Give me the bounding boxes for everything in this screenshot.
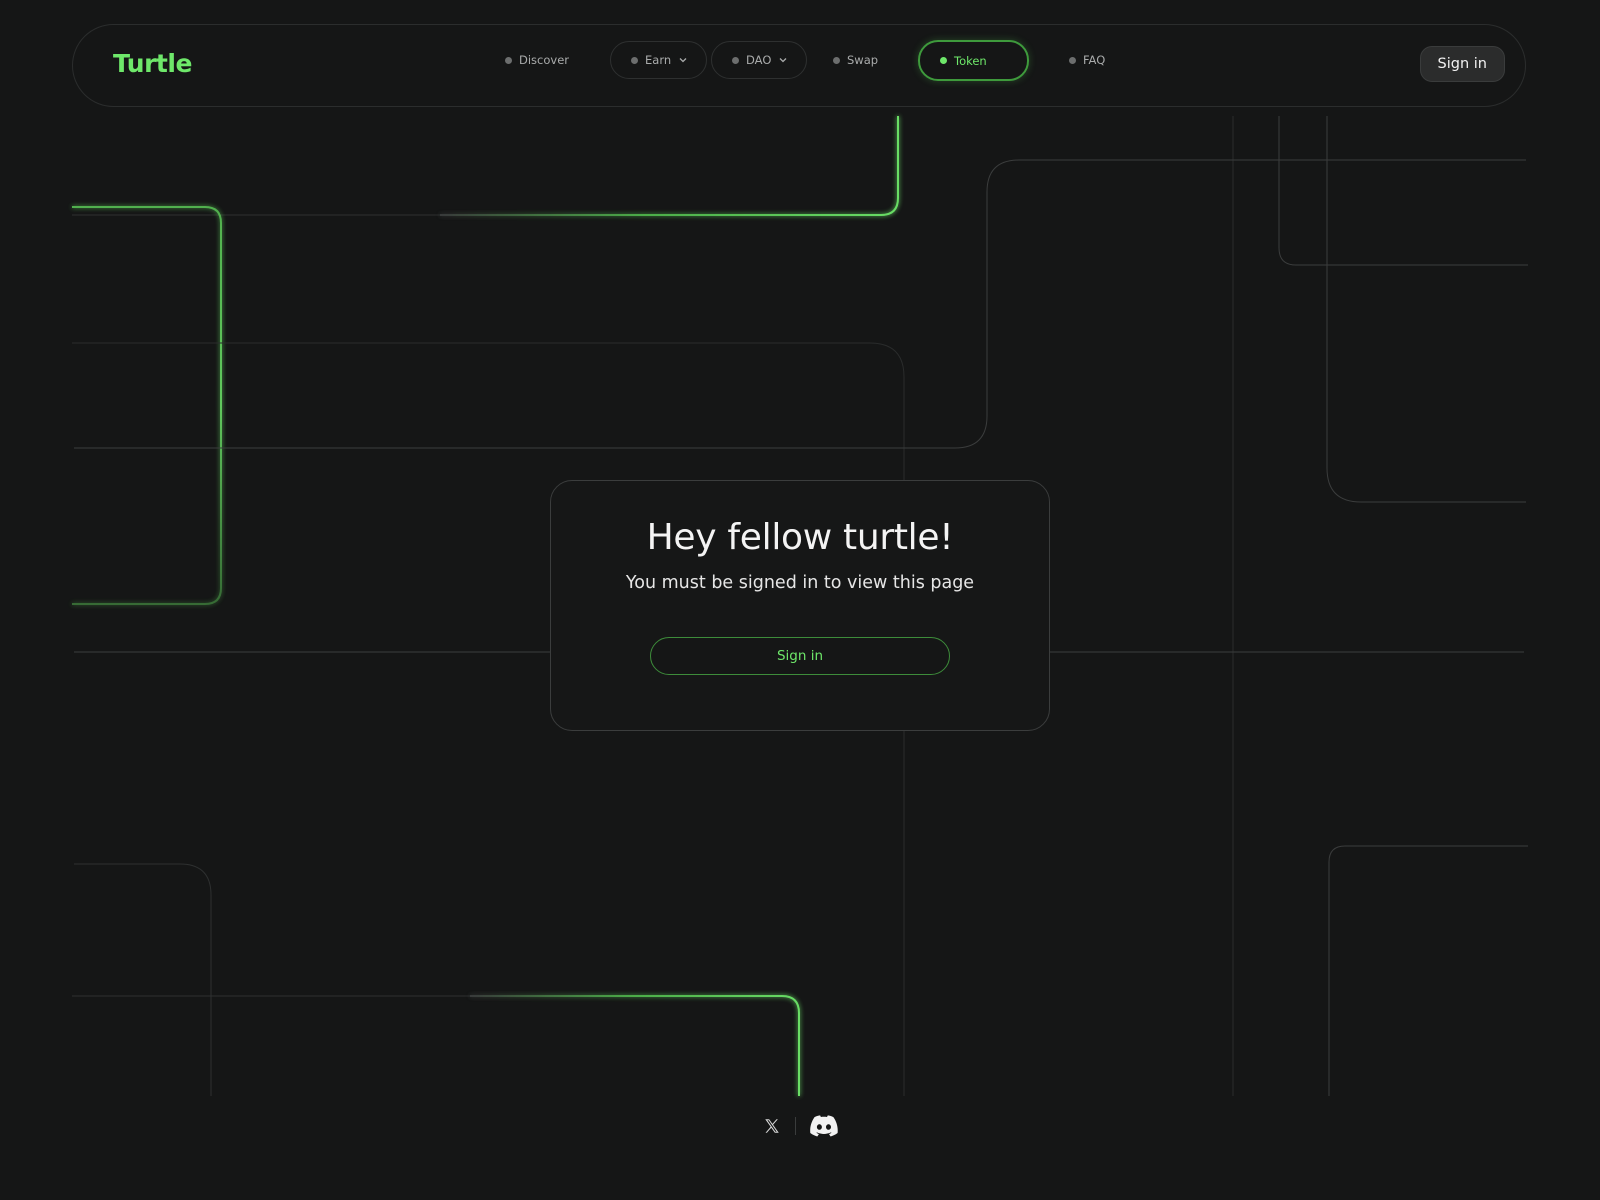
- nav-item-label: Discover: [519, 53, 570, 67]
- nav-item-label: Earn: [645, 53, 672, 67]
- nav-item-label: DAO: [746, 53, 772, 67]
- x-icon[interactable]: [763, 1117, 781, 1135]
- chevron-down-icon: [679, 58, 687, 63]
- nav-dot-icon: [833, 56, 840, 64]
- nav-dot-icon: [940, 57, 947, 64]
- brand-logo[interactable]: Turtle: [113, 49, 192, 78]
- nav-dot-icon: [732, 56, 739, 64]
- nav-item-earn[interactable]: Earn: [610, 41, 708, 79]
- nav-item-label: Token: [954, 53, 987, 68]
- nav-dot-icon: [631, 56, 638, 64]
- nav-item-discover[interactable]: Discover: [505, 41, 569, 79]
- header-sign-in-button[interactable]: Sign in: [1419, 46, 1505, 82]
- page: Turtle Discover Earn DAO Swap Token FAQ: [0, 0, 1600, 1200]
- card-sign-in-button[interactable]: Sign in: [650, 637, 950, 675]
- nav-dot-icon: [1069, 56, 1076, 64]
- chevron-down-icon: [779, 58, 787, 63]
- x-logo-glyph: [764, 1119, 779, 1133]
- footer: [0, 1096, 1600, 1156]
- nav-item-swap[interactable]: Swap: [833, 41, 878, 79]
- top-navbar: Turtle Discover Earn DAO Swap Token FAQ: [72, 24, 1526, 107]
- nav-dot-icon: [505, 56, 512, 64]
- nav-item-faq[interactable]: FAQ: [1069, 41, 1105, 79]
- footer-divider: [794, 1117, 796, 1135]
- discord-icon[interactable]: [809, 1115, 838, 1137]
- nav-item-token[interactable]: Token: [918, 40, 1029, 81]
- discord-logo-glyph: [809, 1115, 838, 1137]
- nav-item-label: Swap: [847, 53, 879, 67]
- nav-item-dao[interactable]: DAO: [711, 41, 808, 79]
- nav-item-label: FAQ: [1083, 53, 1106, 67]
- card-title: Hey fellow turtle!: [646, 517, 954, 558]
- card-subtitle: You must be signed in to view this page: [625, 573, 975, 593]
- sign-in-required-card: Hey fellow turtle! You must be signed in…: [550, 480, 1050, 731]
